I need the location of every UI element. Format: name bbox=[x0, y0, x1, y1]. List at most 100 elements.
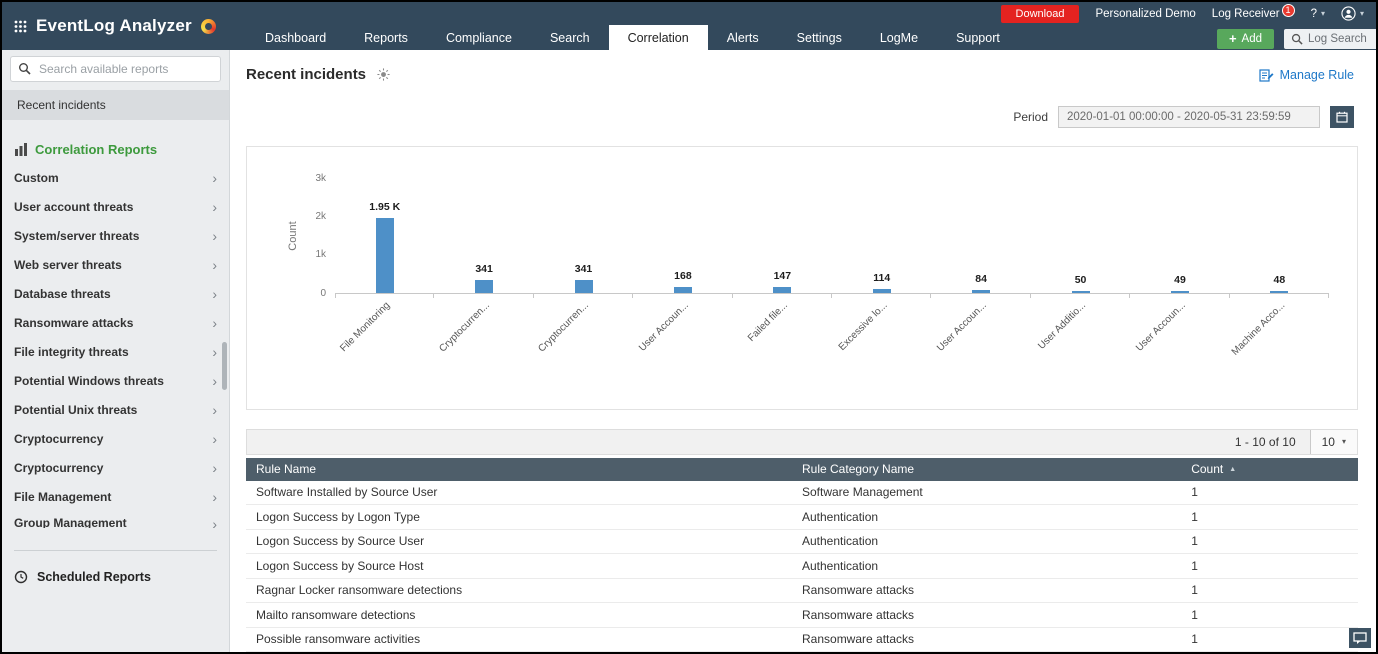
sidebar-item-system-server-threats[interactable]: System/server threats › bbox=[2, 221, 229, 250]
header-main: Download Personalized Demo Log Receiver … bbox=[230, 2, 1376, 50]
column-header-rule-category[interactable]: Rule Category Name bbox=[802, 462, 1191, 476]
tab-settings[interactable]: Settings bbox=[778, 25, 861, 50]
chevron-right-icon: › bbox=[212, 372, 217, 389]
tab-support[interactable]: Support bbox=[937, 25, 1019, 50]
x-axis-label: User Additio... bbox=[1036, 299, 1089, 352]
sidebar-item-cryptocurrency[interactable]: Cryptocurrency › bbox=[2, 453, 229, 482]
download-button[interactable]: Download bbox=[1000, 4, 1080, 23]
tab-compliance[interactable]: Compliance bbox=[427, 25, 531, 50]
app-root: EventLog Analyzer Download Personalized … bbox=[0, 0, 1378, 654]
column-header-count[interactable]: Count ▲ bbox=[1191, 462, 1358, 476]
table-row[interactable]: Logon Success by Source User Authenticati… bbox=[246, 529, 1358, 554]
bar bbox=[475, 279, 494, 293]
bar-column[interactable]: 114 Excessive lo... bbox=[832, 179, 932, 353]
feedback-button[interactable] bbox=[1349, 628, 1371, 648]
bar-column[interactable]: 341 Cryptocurren... bbox=[434, 179, 535, 354]
table-row[interactable]: Ragnar Locker ransomware detections Ranso… bbox=[246, 578, 1358, 603]
header-utility-bar: Download Personalized Demo Log Receiver … bbox=[230, 2, 1376, 25]
sidebar-item-database-threats[interactable]: Database threats › bbox=[2, 279, 229, 308]
bar-column[interactable]: 168 User Accoun... bbox=[633, 179, 734, 353]
page-body: Recent incidents Correlation Reports Cus… bbox=[2, 50, 1376, 652]
sidebar-item-ransomware-attacks[interactable]: Ransomware attacks › bbox=[2, 308, 229, 337]
bar-value-label: 341 bbox=[574, 262, 593, 275]
bar-column[interactable]: 84 User Accoun... bbox=[931, 179, 1032, 353]
tab-alerts[interactable]: Alerts bbox=[708, 25, 778, 50]
chevron-right-icon: › bbox=[212, 169, 217, 186]
log-receiver-link[interactable]: Log Receiver 1 bbox=[1212, 3, 1295, 20]
sidebar-item-cryptocurrency[interactable]: Cryptocurrency › bbox=[2, 424, 229, 453]
bar-chart-icon bbox=[14, 143, 28, 156]
pagination-bar: 1 - 10 of 10 10 ▾ bbox=[246, 428, 1358, 455]
table-row[interactable]: Logon Success by Logon Type Authenticatio… bbox=[246, 505, 1358, 530]
sidebar-divider bbox=[14, 550, 217, 551]
tab-correlation[interactable]: Correlation bbox=[608, 25, 708, 50]
bar-value-label: 341 bbox=[475, 262, 493, 275]
help-menu[interactable]: ? ▾ bbox=[1311, 8, 1325, 20]
chevron-right-icon: › bbox=[212, 198, 217, 215]
log-search-input[interactable] bbox=[1308, 32, 1376, 45]
bar-column[interactable]: 49 User Accoun... bbox=[1130, 179, 1231, 353]
bar bbox=[673, 286, 692, 293]
page-title: Recent incidents bbox=[246, 66, 367, 84]
tab-logme[interactable]: LogMe bbox=[861, 25, 937, 50]
tab-dashboard[interactable]: Dashboard bbox=[246, 25, 345, 50]
sidebar-item-potential-unix-threats[interactable]: Potential Unix threats › bbox=[2, 395, 229, 424]
page-size-dropdown[interactable]: 10 ▾ bbox=[1309, 429, 1357, 454]
sidebar-item-web-server-threats[interactable]: Web server threats › bbox=[2, 250, 229, 279]
bar bbox=[1270, 290, 1289, 293]
column-header-rule-name[interactable]: Rule Name bbox=[246, 462, 802, 476]
table-row[interactable]: Possible ransomware activities Ransomware… bbox=[246, 627, 1358, 652]
calendar-button[interactable] bbox=[1330, 105, 1354, 128]
table-row[interactable]: Software Installed by Source User Softwar… bbox=[246, 480, 1358, 505]
x-axis-label: Cryptocurren... bbox=[536, 299, 592, 355]
tab-reports[interactable]: Reports bbox=[345, 25, 427, 50]
app-header: EventLog Analyzer Download Personalized … bbox=[2, 2, 1376, 50]
bar-value-label: 168 bbox=[674, 269, 692, 282]
manage-rule-link[interactable]: Manage Rule bbox=[1259, 68, 1354, 82]
sidebar-item-user-account-threats[interactable]: User account threats › bbox=[2, 192, 229, 221]
table-row[interactable]: Logon Success by Source Host Authenticati… bbox=[246, 554, 1358, 579]
bar-column[interactable]: 147 Failed file... bbox=[733, 179, 833, 344]
personalized-demo-link[interactable]: Personalized Demo bbox=[1095, 8, 1195, 20]
app-logo[interactable]: EventLog Analyzer bbox=[36, 16, 192, 36]
bar-column[interactable]: 50 User Additio... bbox=[1031, 179, 1131, 351]
table-row[interactable]: Mailto ransomware detections Ransomware a… bbox=[246, 603, 1358, 628]
chevron-right-icon: › bbox=[212, 285, 217, 302]
bar-column[interactable]: 1.95 K File Monitoring bbox=[335, 179, 435, 354]
search-icon bbox=[1291, 33, 1303, 45]
y-axis-ticks: 0 1k 2k 3k bbox=[315, 172, 326, 299]
sun-icon[interactable] bbox=[377, 68, 390, 81]
x-axis-label: User Accoun... bbox=[1133, 299, 1188, 354]
caret-down-icon: ▾ bbox=[1320, 9, 1325, 18]
chevron-right-icon: › bbox=[212, 256, 217, 273]
apps-grid-icon[interactable] bbox=[14, 20, 27, 33]
sidebar-item-recent-incidents[interactable]: Recent incidents bbox=[2, 90, 229, 120]
sidebar-item-file-integrity-threats[interactable]: File integrity threats › bbox=[2, 337, 229, 366]
sidebar-item-cut[interactable]: Group Management › bbox=[2, 511, 229, 528]
correlation-reports-header: Correlation Reports bbox=[14, 142, 217, 157]
incidents-table: Rule Name Rule Category Name Count ▲ Sof… bbox=[246, 457, 1358, 652]
tab-search[interactable]: Search bbox=[531, 25, 609, 50]
chevron-right-icon: › bbox=[212, 430, 217, 447]
bar-value-label: 1.95 K bbox=[369, 200, 401, 213]
x-axis-label: Failed file... bbox=[746, 299, 791, 344]
caret-down-icon: ▾ bbox=[1359, 9, 1364, 18]
bar-value-label: 50 bbox=[1074, 273, 1087, 286]
sidebar-report-list: Custom › User account threats › System/serve… bbox=[2, 163, 229, 511]
add-button[interactable]: + Add bbox=[1216, 28, 1274, 49]
report-search-input[interactable] bbox=[10, 56, 221, 82]
sidebar-scrollbar-thumb[interactable] bbox=[222, 342, 227, 390]
sidebar-item-custom[interactable]: Custom › bbox=[2, 163, 229, 192]
bar-column[interactable]: 48 Machine Acco... bbox=[1229, 179, 1330, 357]
scheduled-reports-button[interactable]: Scheduled Reports bbox=[2, 565, 229, 589]
chevron-right-icon: › bbox=[212, 227, 217, 244]
user-menu[interactable]: ▾ bbox=[1341, 6, 1364, 21]
bar-column[interactable]: 341 Cryptocurren... bbox=[534, 179, 634, 354]
incidents-bar-chart: Count 0 1k 2k 3k 1.95 K File Monitoring 341 Cr… bbox=[246, 145, 1358, 410]
sidebar-item-potential-windows-threats[interactable]: Potential Windows threats › bbox=[2, 366, 229, 395]
report-search-box bbox=[10, 56, 221, 82]
period-range-input[interactable] bbox=[1058, 105, 1320, 128]
table-body: Software Installed by Source User Softwar… bbox=[246, 480, 1358, 652]
sidebar-item-file-management[interactable]: File Management › bbox=[2, 482, 229, 511]
bar bbox=[1170, 290, 1189, 293]
